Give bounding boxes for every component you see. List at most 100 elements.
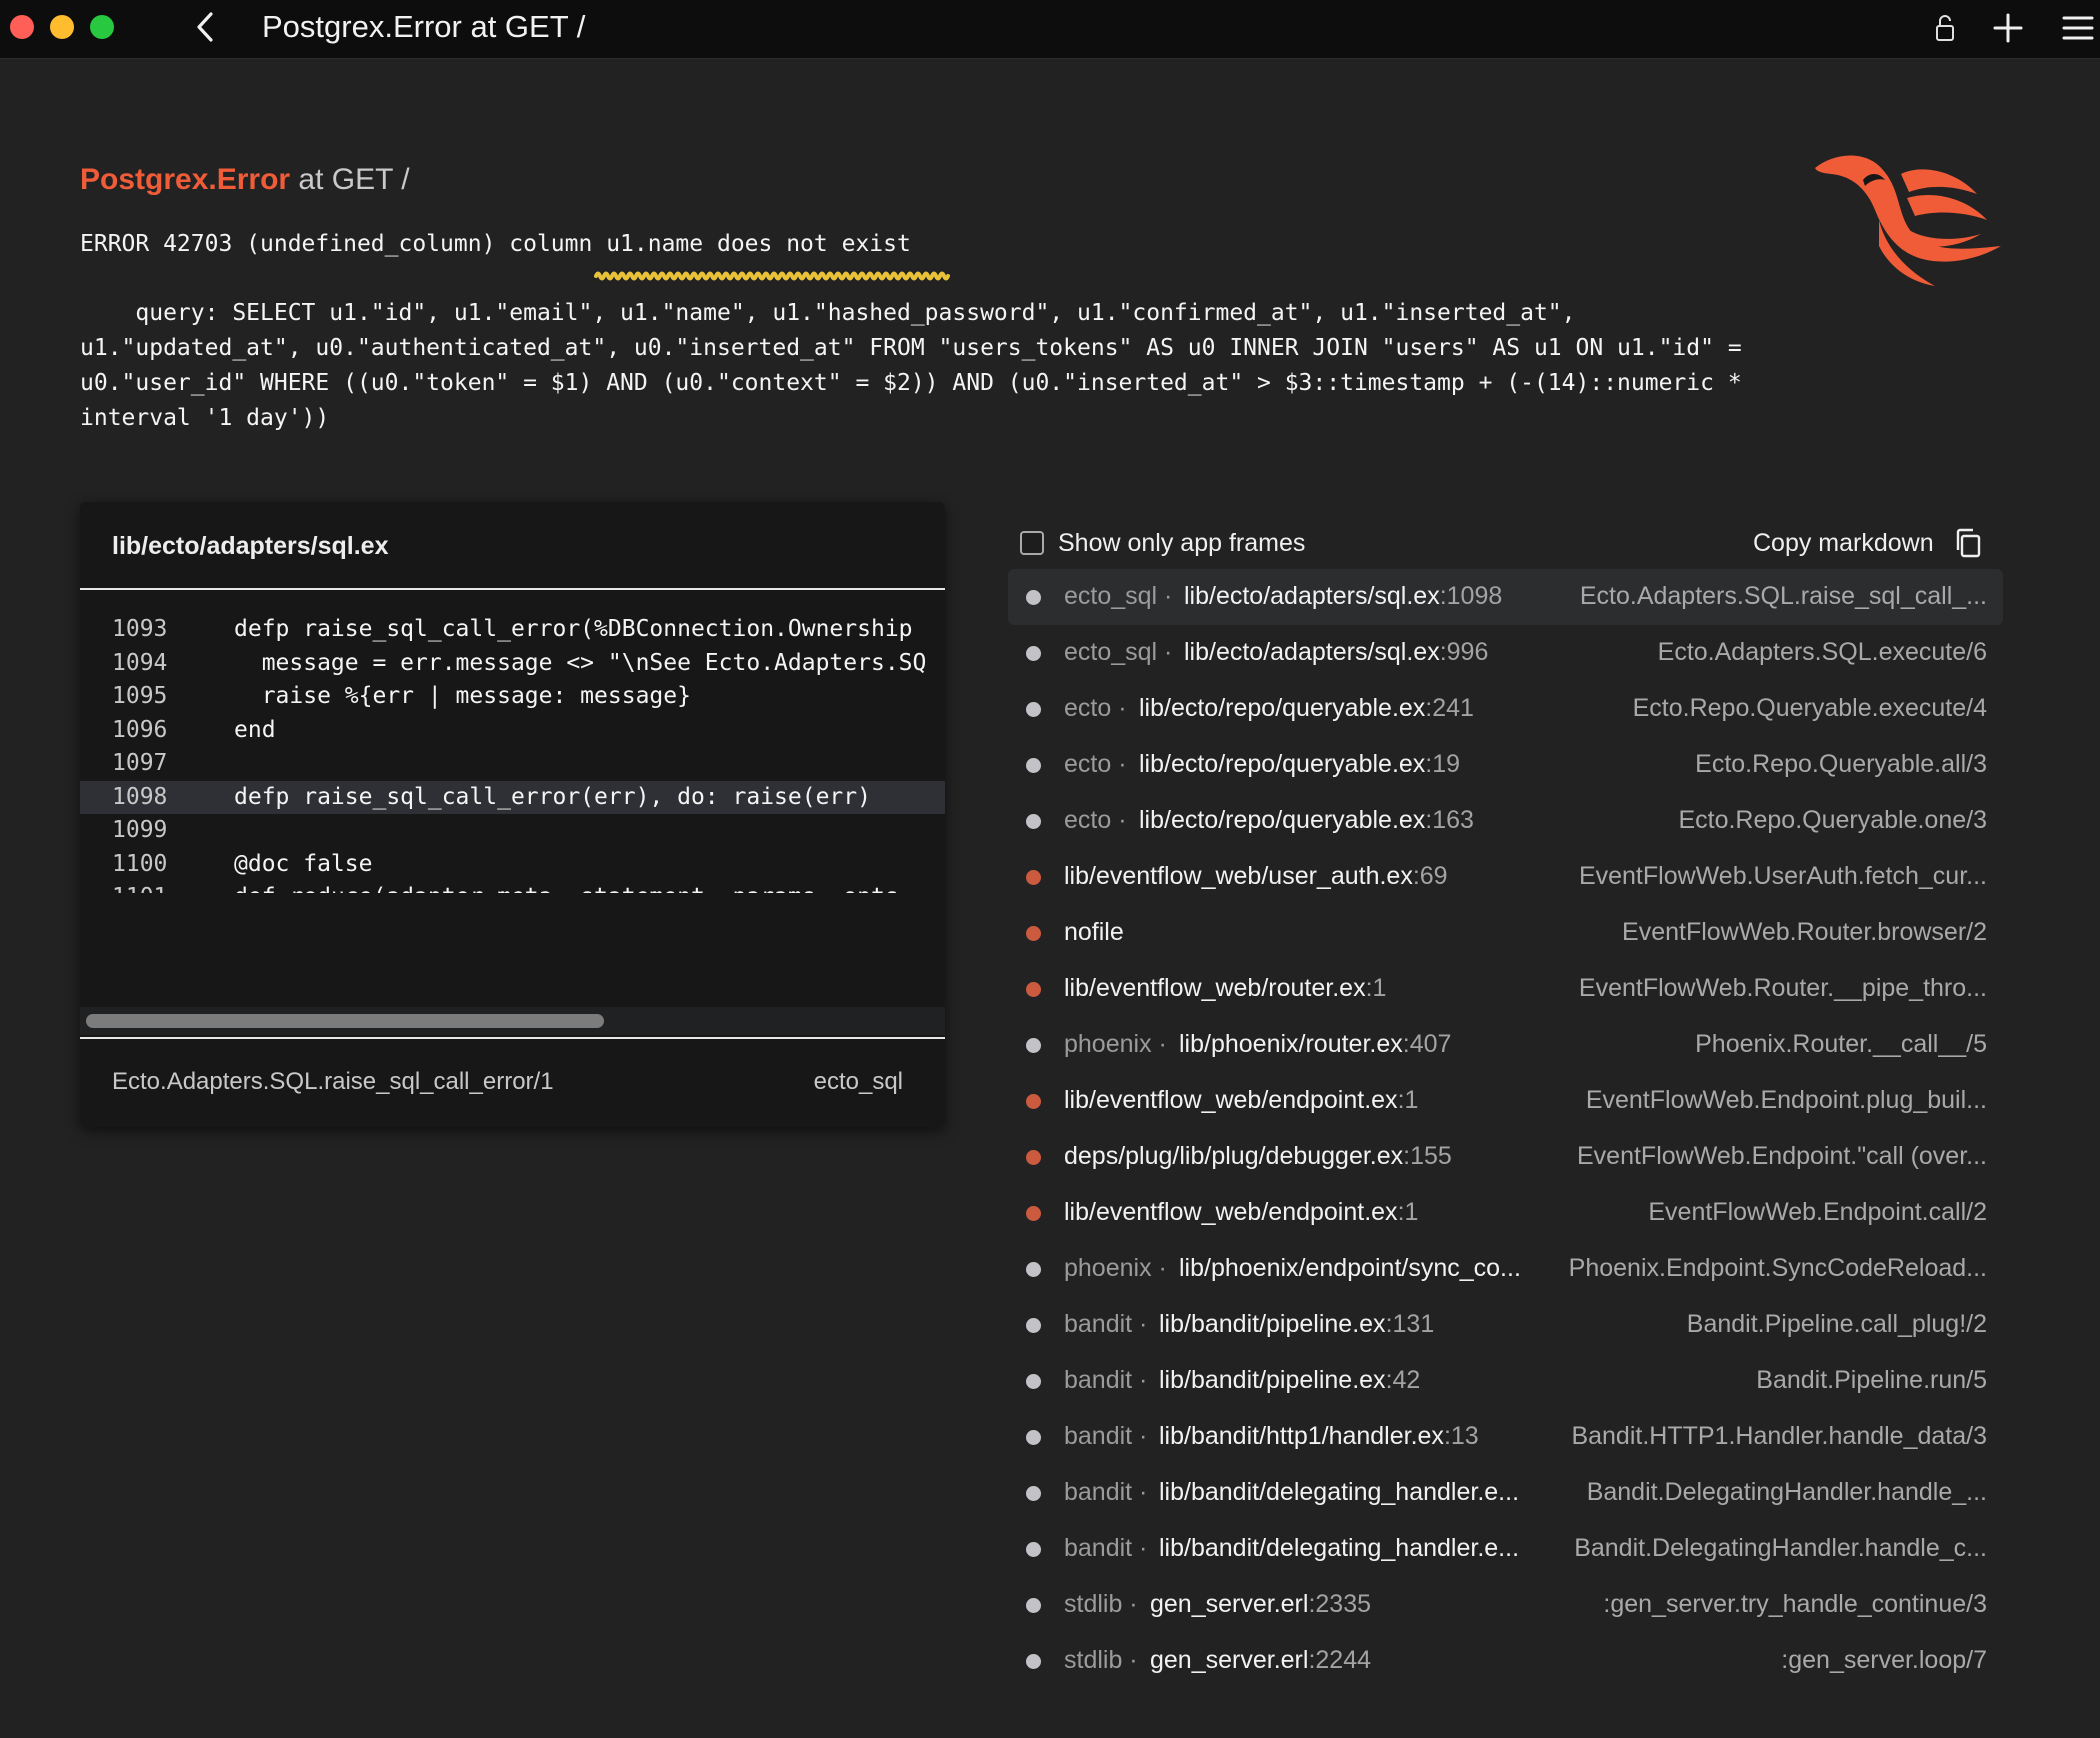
frame-app-name: bandit · bbox=[1064, 1478, 1148, 1506]
frame-file-name: lib/ecto/adapters/sql.ex bbox=[1184, 638, 1440, 666]
library-frame-dot-icon bbox=[1026, 1318, 1041, 1333]
frame-line-number: :42 bbox=[1385, 1366, 1421, 1394]
snippet-app-name: ecto_sql bbox=[813, 1068, 903, 1095]
stack-frame[interactable]: bandit · lib/bandit/http1/handler.ex:13 Ba… bbox=[1008, 1409, 2003, 1465]
frame-file-path: lib/eventflow_web/endpoint.ex:1 bbox=[1064, 1086, 1418, 1115]
frame-file-name: lib/bandit/http1/handler.ex bbox=[1159, 1422, 1444, 1450]
frame-file-path: lib/ecto/adapters/sql.ex:1098 bbox=[1184, 582, 1502, 611]
frame-file-path: lib/bandit/delegating_handler.e... bbox=[1159, 1534, 1519, 1563]
stack-frame[interactable]: ecto · lib/ecto/repo/queryable.ex:19 Ecto.… bbox=[1008, 737, 2003, 793]
stack-frame[interactable]: bandit · lib/bandit/pipeline.ex:42 Bandit.… bbox=[1008, 1353, 2003, 1409]
back-arrow-icon[interactable] bbox=[190, 10, 220, 44]
line-number: 1101 bbox=[112, 881, 167, 893]
code-line: 1094 message = err.message <> "\nSee Ect… bbox=[80, 647, 945, 681]
app-frame-dot-icon bbox=[1026, 870, 1041, 885]
frame-line-number: :69 bbox=[1412, 862, 1448, 890]
frame-file-name: nofile bbox=[1064, 918, 1124, 946]
frame-file-name: lib/bandit/delegating_handler.e... bbox=[1159, 1534, 1520, 1562]
code-listing: 1093 defp raise_sql_call_error(%DBConnect… bbox=[80, 613, 945, 893]
library-frame-dot-icon bbox=[1026, 1654, 1041, 1669]
title-bar: Postgrex.Error at GET / bbox=[0, 0, 2100, 59]
frame-file-name: lib/ecto/repo/queryable.ex bbox=[1139, 806, 1426, 834]
line-number: 1097 bbox=[112, 750, 168, 776]
frame-app-name: ecto · bbox=[1064, 750, 1127, 778]
stack-frame[interactable]: lib/eventflow_web/router.ex:1 EventFlowWe… bbox=[1008, 961, 2003, 1017]
line-code: defp raise_sql_call_error(%DBConnection.… bbox=[234, 616, 913, 642]
frame-function: EventFlowWeb.Endpoint.plug_buil... bbox=[1585, 1086, 1987, 1114]
frame-line-number: :163 bbox=[1425, 806, 1474, 834]
stack-frame[interactable]: deps/plug/lib/plug/debugger.ex:155 EventF… bbox=[1008, 1129, 2003, 1185]
close-window-button[interactable] bbox=[10, 15, 34, 39]
stack-frame[interactable]: ecto · lib/ecto/repo/queryable.ex:163 Ecto… bbox=[1008, 793, 2003, 849]
stack-frame[interactable]: lib/eventflow_web/endpoint.ex:1 EventFlow… bbox=[1008, 1185, 2003, 1241]
frame-app-name: ecto · bbox=[1064, 806, 1127, 834]
frame-file-path: gen_server.erl:2335 bbox=[1150, 1590, 1371, 1619]
frame-function: :gen_server.loop/7 bbox=[1781, 1646, 1987, 1674]
stack-frame[interactable]: phoenix · lib/phoenix/router.ex:407 Phoeni… bbox=[1008, 1017, 2003, 1073]
line-code: defp raise_sql_call_error(err), do: rais… bbox=[234, 783, 871, 810]
stacktrace-frames: ecto_sql · lib/ecto/adapters/sql.ex:1098 E… bbox=[1008, 569, 2003, 1689]
frame-function: EventFlowWeb.Endpoint.call/2 bbox=[1648, 1198, 1987, 1226]
frame-file-path: lib/ecto/adapters/sql.ex:996 bbox=[1184, 638, 1488, 667]
stack-frame[interactable]: ecto_sql · lib/ecto/adapters/sql.ex:1098 E… bbox=[1008, 569, 2003, 625]
scrollbar-thumb[interactable] bbox=[86, 1014, 604, 1028]
app-frame-dot-icon bbox=[1026, 982, 1041, 997]
code-line: 1100 @doc false bbox=[80, 848, 945, 882]
code-line: 1098 defp raise_sql_call_error(err), do: … bbox=[80, 780, 945, 814]
frame-file-name: lib/ecto/repo/queryable.ex bbox=[1139, 750, 1426, 778]
copy-markdown-button[interactable]: Copy markdown bbox=[1753, 529, 1934, 558]
stack-frame[interactable]: ecto · lib/ecto/repo/queryable.ex:241 Ecto… bbox=[1008, 681, 2003, 737]
frame-line-number: :19 bbox=[1425, 750, 1461, 778]
stack-frame[interactable]: stdlib · gen_server.erl:2335:gen_server.t… bbox=[1008, 1577, 2003, 1633]
code-snippet-card: lib/ecto/adapters/sql.ex 1093 defp raise_… bbox=[80, 502, 945, 1127]
frame-app-name: phoenix · bbox=[1064, 1030, 1167, 1058]
app-frame-dot-icon bbox=[1026, 926, 1041, 941]
stack-frame[interactable]: nofile EventFlowWeb.Router.browser/2 bbox=[1008, 905, 2003, 961]
failed-query: query: SELECT u1."id", u1."email", u1."n… bbox=[80, 300, 1742, 431]
frame-app-name: bandit · bbox=[1064, 1310, 1148, 1338]
app-frame-dot-icon bbox=[1026, 1094, 1041, 1109]
show-app-frames-checkbox[interactable] bbox=[1020, 531, 1044, 555]
divider bbox=[80, 1037, 945, 1039]
lock-icon[interactable] bbox=[1927, 10, 1963, 46]
minimize-window-button[interactable] bbox=[50, 15, 74, 39]
stack-frame[interactable]: stdlib · gen_server.erl:2244:gen_server.l… bbox=[1008, 1633, 2003, 1689]
frame-function: Ecto.Repo.Queryable.execute/4 bbox=[1632, 694, 1987, 722]
copy-icon[interactable] bbox=[1953, 527, 1983, 559]
frame-line-number: :2335 bbox=[1308, 1590, 1371, 1618]
line-number: 1094 bbox=[112, 649, 168, 676]
frame-function: EventFlowWeb.UserAuth.fetch_cur... bbox=[1578, 862, 1987, 890]
frame-app-name: ecto_sql · bbox=[1064, 638, 1173, 666]
frame-function: Ecto.Adapters.SQL.execute/6 bbox=[1657, 638, 1987, 666]
frame-function: Ecto.Adapters.SQL.raise_sql_call_... bbox=[1579, 582, 1987, 610]
line-number: 1096 bbox=[112, 716, 168, 743]
frame-file-name: lib/phoenix/router.ex bbox=[1179, 1030, 1403, 1058]
stack-frame[interactable]: lib/eventflow_web/user_auth.ex:69 EventFl… bbox=[1008, 849, 2003, 905]
frame-file-name: lib/bandit/delegating_handler.e... bbox=[1159, 1478, 1520, 1506]
frame-app-name: bandit · bbox=[1064, 1366, 1148, 1394]
line-code: end bbox=[234, 716, 276, 743]
maximize-window-button[interactable] bbox=[90, 15, 114, 39]
stack-frame[interactable]: bandit · lib/bandit/delegating_handler.e.… bbox=[1008, 1465, 2003, 1521]
hamburger-menu-icon[interactable] bbox=[2060, 10, 2096, 46]
stack-frame[interactable]: ecto_sql · lib/ecto/adapters/sql.ex:996 Ec… bbox=[1008, 625, 2003, 681]
stack-frame[interactable]: bandit · lib/bandit/pipeline.ex:131 Bandit… bbox=[1008, 1297, 2003, 1353]
line-number: 1093 bbox=[112, 616, 168, 642]
library-frame-dot-icon bbox=[1026, 1262, 1041, 1277]
plus-icon[interactable] bbox=[1990, 10, 2026, 46]
frame-file-path: lib/bandit/pipeline.ex:42 bbox=[1159, 1366, 1420, 1395]
app-frame-dot-icon bbox=[1026, 1150, 1041, 1165]
window-title: Postgrex.Error at GET / bbox=[262, 9, 586, 44]
stack-frame[interactable]: bandit · lib/bandit/delegating_handler.e.… bbox=[1008, 1521, 2003, 1577]
stack-frame[interactable]: lib/eventflow_web/endpoint.ex:1 EventFlow… bbox=[1008, 1073, 2003, 1129]
line-number: 1099 bbox=[112, 817, 168, 843]
snippet-file-path: lib/ecto/adapters/sql.ex bbox=[112, 532, 389, 560]
frame-function: Ecto.Repo.Queryable.all/3 bbox=[1695, 750, 1987, 778]
frame-function: Bandit.DelegatingHandler.handle_c... bbox=[1574, 1534, 1987, 1562]
library-frame-dot-icon bbox=[1026, 646, 1041, 661]
frame-line-number: :996 bbox=[1439, 638, 1489, 666]
stack-frame[interactable]: phoenix · lib/phoenix/endpoint/sync_co...… bbox=[1008, 1241, 2003, 1297]
frame-file-path: lib/bandit/http1/handler.ex:13 bbox=[1159, 1422, 1479, 1451]
show-app-frames-label[interactable]: Show only app frames bbox=[1058, 529, 1305, 558]
frame-function: :gen_server.try_handle_continue/3 bbox=[1603, 1590, 1987, 1618]
